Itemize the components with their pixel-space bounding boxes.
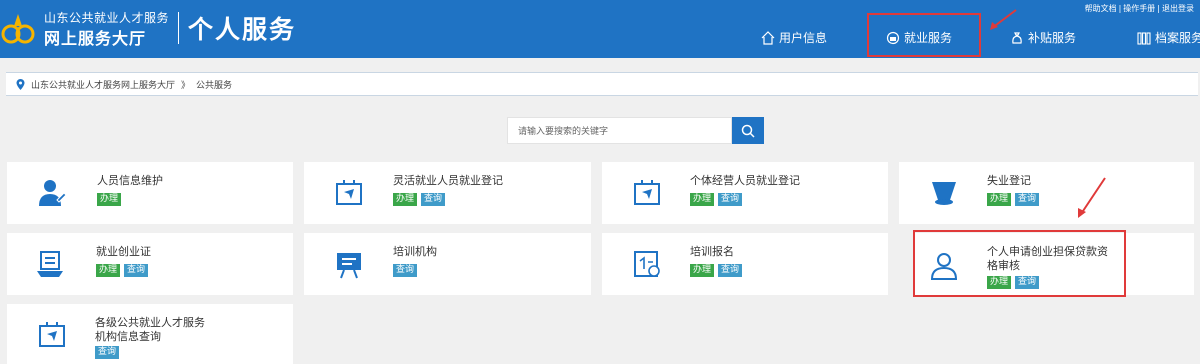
service-title: 个体经营人员就业登记 <box>690 174 800 187</box>
service-card-personnel-info[interactable]: 人员信息维护 办理 <box>7 162 293 224</box>
home-icon <box>761 30 775 45</box>
moneybag-icon <box>1012 31 1022 44</box>
manual-link[interactable]: 操作手册 <box>1123 4 1155 13</box>
flag-board-icon <box>634 180 660 205</box>
flag-board-icon <box>336 180 362 205</box>
service-card-training-institution[interactable]: 培训机构 查询 <box>304 233 591 295</box>
service-card-training-registration[interactable]: 培训报名 办理 查询 <box>602 233 888 295</box>
page-title: 个人服务 <box>188 15 297 44</box>
nav-highlight-box <box>867 13 981 57</box>
service-title: 培训报名 <box>690 245 734 258</box>
logout-link[interactable]: 退出登录 <box>1162 4 1194 13</box>
service-title: 人员信息维护 <box>97 174 163 187</box>
logo-icon <box>1 14 35 44</box>
location-pin-icon <box>16 78 25 90</box>
certificate-icon <box>37 251 63 277</box>
search-icon <box>741 124 755 138</box>
query-badge[interactable]: 查询 <box>718 193 743 206</box>
logo-line1: 山东公共就业人才服务 <box>44 11 170 25</box>
header-bar: 山东公共就业人才服务 网上服务大厅 个人服务 帮助文档 | 操作手册 | 退出登录 用户… <box>0 0 1200 58</box>
service-title: 各级公共就业人才服务机构信息查询 <box>95 316 205 343</box>
breadcrumb-separator: 》 <box>181 80 191 91</box>
service-title: 就业创业证 <box>96 245 151 258</box>
handle-badge[interactable]: 办理 <box>987 276 1012 289</box>
bucket-icon <box>932 182 956 205</box>
logo-divider <box>178 12 179 44</box>
service-title: 灵活就业人员就业登记 <box>393 174 503 187</box>
service-card-institution-info-query[interactable]: 各级公共就业人才服务机构信息查询 查询 <box>7 304 293 364</box>
archive-icon <box>1137 31 1151 45</box>
nav-archive-service-label: 档案服务 <box>1155 31 1200 45</box>
arrow-annotation-nav <box>990 9 1017 30</box>
handle-badge[interactable]: 办理 <box>393 193 418 206</box>
breadcrumb-home[interactable]: 山东公共就业人才服务网上服务大厅 <box>31 78 175 91</box>
arrow-annotation-card <box>1078 177 1106 218</box>
service-title: 失业登记 <box>987 174 1031 187</box>
top-links: 帮助文档 | 操作手册 | 退出登录 <box>1084 4 1194 13</box>
flag-board-icon <box>39 322 65 347</box>
logo-line2: 网上服务大厅 <box>44 29 147 48</box>
query-badge[interactable]: 查询 <box>1015 276 1040 289</box>
query-badge[interactable]: 查询 <box>393 264 418 277</box>
nav-user-info-label: 用户信息 <box>779 31 828 45</box>
handle-badge[interactable]: 办理 <box>690 193 715 206</box>
query-badge[interactable]: 查询 <box>95 346 120 359</box>
query-badge[interactable]: 查询 <box>1015 193 1040 206</box>
nav-user-info[interactable]: 用户信息 <box>761 29 827 46</box>
service-card-employment-certificate[interactable]: 就业创业证 办理 查询 <box>7 233 293 295</box>
handle-badge[interactable]: 办理 <box>97 193 122 206</box>
breadcrumb: 山东公共就业人才服务网上服务大厅 》 公共服务 <box>6 72 1198 96</box>
query-badge[interactable]: 查询 <box>421 193 446 206</box>
nav-subsidy-service[interactable]: 补贴服务 <box>1010 29 1076 46</box>
breadcrumb-current: 公共服务 <box>196 80 233 91</box>
search-input[interactable]: 请输入要搜索的关键字 <box>507 117 732 144</box>
user-outline-icon <box>930 253 958 280</box>
nav-archive-service[interactable]: 档案服务 <box>1137 29 1200 46</box>
service-card-flexible-employment[interactable]: 灵活就业人员就业登记 办理 查询 <box>304 162 591 224</box>
handle-badge[interactable]: 办理 <box>96 264 121 277</box>
document-icon <box>634 251 660 277</box>
easel-icon <box>337 253 361 279</box>
search-placeholder: 请输入要搜索的关键字 <box>518 127 609 137</box>
nav-subsidy-service-label: 补贴服务 <box>1028 31 1077 45</box>
help-link[interactable]: 帮助文档 <box>1085 4 1117 13</box>
handle-badge[interactable]: 办理 <box>987 193 1012 206</box>
query-badge[interactable]: 查询 <box>718 264 743 277</box>
service-card-self-employed[interactable]: 个体经营人员就业登记 办理 查询 <box>602 162 888 224</box>
service-title: 个人申请创业担保贷款资格审核 <box>987 245 1108 272</box>
handle-badge[interactable]: 办理 <box>690 264 715 277</box>
person-edit-icon <box>39 180 67 206</box>
query-badge[interactable]: 查询 <box>124 264 149 277</box>
service-title: 培训机构 <box>393 245 437 258</box>
service-card-unemployment[interactable]: 失业登记 办理 查询 <box>899 162 1194 224</box>
search-button[interactable] <box>732 117 764 144</box>
service-card-startup-loan-qualification[interactable]: 个人申请创业担保贷款资格审核 办理 查询 <box>915 233 1194 295</box>
